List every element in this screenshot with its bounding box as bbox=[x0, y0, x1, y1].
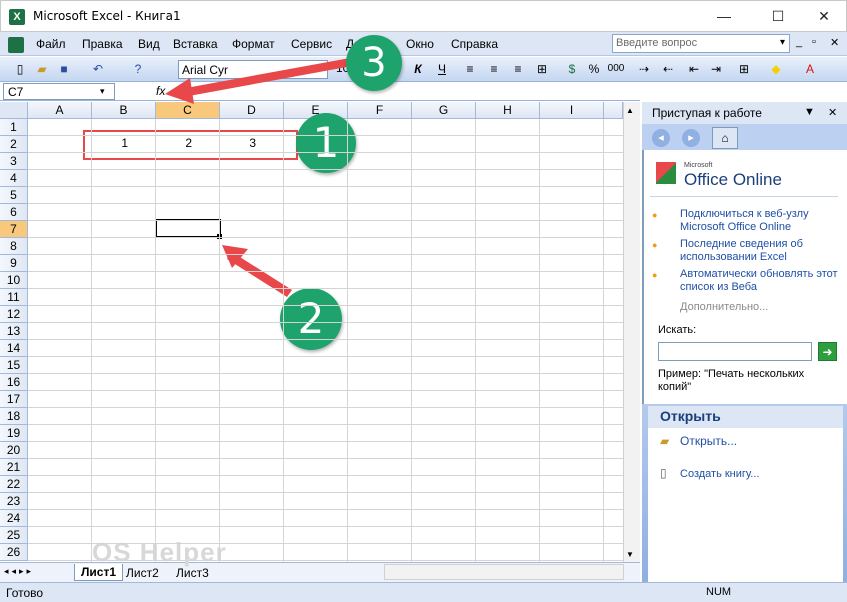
row-header-14[interactable]: 14 bbox=[0, 340, 28, 357]
grid-hline bbox=[28, 407, 623, 408]
grid-hline bbox=[28, 254, 623, 255]
row-header-15[interactable]: 15 bbox=[0, 357, 28, 374]
callout-two: 2 bbox=[280, 288, 342, 350]
row-header-18[interactable]: 18 bbox=[0, 408, 28, 425]
grid-hline bbox=[28, 152, 623, 153]
row-header-10[interactable]: 10 bbox=[0, 272, 28, 289]
row-header-16[interactable]: 16 bbox=[0, 374, 28, 391]
row-header-6[interactable]: 6 bbox=[0, 204, 28, 221]
grid-vline bbox=[603, 119, 604, 562]
grid-vline bbox=[155, 119, 156, 562]
grid-hline bbox=[28, 169, 623, 170]
row-header-12[interactable]: 12 bbox=[0, 306, 28, 323]
row-header-9[interactable]: 9 bbox=[0, 255, 28, 272]
row-header-1[interactable]: 1 bbox=[0, 119, 28, 136]
grid-hline bbox=[28, 441, 623, 442]
grid-vline bbox=[91, 119, 92, 562]
grid-vline bbox=[347, 119, 348, 562]
row-header-8[interactable]: 8 bbox=[0, 238, 28, 255]
grid-hline bbox=[28, 458, 623, 459]
grid-vline bbox=[475, 119, 476, 562]
grid-hline bbox=[28, 305, 623, 306]
row-header-19[interactable]: 19 bbox=[0, 425, 28, 442]
row-header-11[interactable]: 11 bbox=[0, 289, 28, 306]
row-header-7[interactable]: 7 bbox=[0, 221, 28, 238]
grid-hline bbox=[28, 356, 623, 357]
grid-hline bbox=[28, 237, 623, 238]
row-header-17[interactable]: 17 bbox=[0, 391, 28, 408]
grid-hline bbox=[28, 492, 623, 493]
grid-hline bbox=[28, 203, 623, 204]
grid-hline bbox=[28, 220, 623, 221]
grid-hline bbox=[28, 390, 623, 391]
row-header-20[interactable]: 20 bbox=[0, 442, 28, 459]
arrow-three-head bbox=[165, 78, 194, 104]
row-header-25[interactable]: 25 bbox=[0, 527, 28, 544]
grid-hline bbox=[28, 424, 623, 425]
grid-hline bbox=[28, 288, 623, 289]
row-header-2[interactable]: 2 bbox=[0, 136, 28, 153]
row-header-21[interactable]: 21 bbox=[0, 459, 28, 476]
grid-hline bbox=[28, 186, 623, 187]
grid-vline bbox=[411, 119, 412, 562]
grid-vline bbox=[283, 119, 284, 562]
grid-vline bbox=[539, 119, 540, 562]
grid-vline bbox=[219, 119, 220, 562]
grid-hline bbox=[28, 560, 623, 561]
grid-hline bbox=[28, 475, 623, 476]
row-header-22[interactable]: 22 bbox=[0, 476, 28, 493]
annotation-arrows bbox=[165, 58, 352, 297]
grid-hline bbox=[28, 135, 623, 136]
callout-three: 3 bbox=[346, 35, 402, 91]
row-header-3[interactable]: 3 bbox=[0, 153, 28, 170]
row-header-13[interactable]: 13 bbox=[0, 323, 28, 340]
grid-hline bbox=[28, 509, 623, 510]
row-header-24[interactable]: 24 bbox=[0, 510, 28, 527]
row-header-4[interactable]: 4 bbox=[0, 170, 28, 187]
grid-hline bbox=[28, 543, 623, 544]
grid-hline bbox=[28, 271, 623, 272]
grid-hline bbox=[28, 339, 623, 340]
arrow-three bbox=[175, 58, 352, 98]
grid-hline bbox=[28, 526, 623, 527]
row-header-26[interactable]: 26 bbox=[0, 544, 28, 561]
grid-hline bbox=[28, 373, 623, 374]
row-header-5[interactable]: 5 bbox=[0, 187, 28, 204]
grid-hline bbox=[28, 322, 623, 323]
row-header-23[interactable]: 23 bbox=[0, 493, 28, 510]
